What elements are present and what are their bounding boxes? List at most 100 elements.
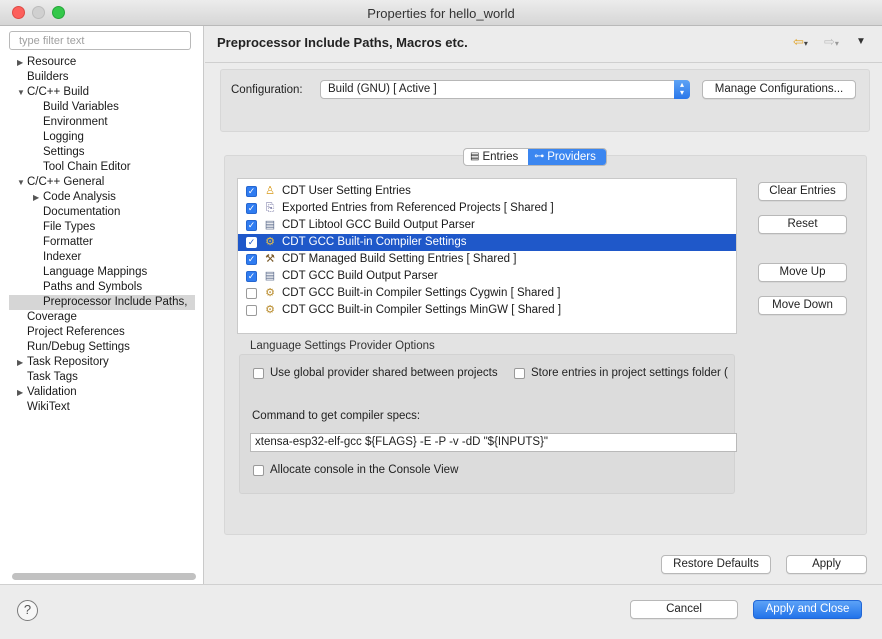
tab-entries[interactable]: ▤ Entries: [464, 149, 528, 165]
tree-item-paths-and-symbols[interactable]: Paths and Symbols: [43, 280, 142, 295]
tree-item-formatter[interactable]: Formatter: [43, 235, 93, 250]
back-arrow-icon[interactable]: ⇦▾: [793, 34, 808, 50]
filter-input[interactable]: type filter text: [9, 31, 191, 50]
tab-switcher: ▤ Entries ⊶ Providers: [463, 148, 607, 166]
tree-item-label: Resource: [27, 56, 77, 68]
tree-item-task-repository[interactable]: ▶ Task Repository: [17, 355, 197, 370]
sidebar-horizontal-scrollbar[interactable]: [12, 573, 196, 580]
cancel-button[interactable]: Cancel: [630, 600, 738, 619]
tree-item-resource[interactable]: ▶ Resource: [17, 55, 197, 70]
apply-and-close-button[interactable]: Apply and Close: [753, 600, 862, 619]
tree-item-indexer[interactable]: Indexer: [43, 250, 81, 265]
help-icon[interactable]: ?: [17, 600, 38, 621]
provider-label: CDT GCC Built-in Compiler Settings Cygwi…: [282, 287, 561, 299]
tab-providers[interactable]: ⊶ Providers: [528, 149, 606, 165]
tree-item-build-variables[interactable]: Build Variables: [43, 100, 119, 115]
window-title: Properties for hello_world: [367, 6, 515, 21]
page-title: Preprocessor Include Paths, Macros etc.: [217, 35, 468, 50]
provider-checkbox[interactable]: ✓: [246, 254, 257, 265]
provider-row[interactable]: ✓ ♙ CDT User Setting Entries: [238, 183, 736, 200]
provider-label: CDT User Setting Entries: [282, 185, 411, 197]
tree-item-label: Task Repository: [27, 356, 109, 368]
builtin-compiler-icon: ⚙: [265, 304, 275, 316]
collapsed-triangle-icon[interactable]: ▶: [17, 55, 27, 70]
parser-icon: ▤: [264, 270, 276, 282]
expanded-triangle-icon[interactable]: ▼: [17, 175, 27, 190]
parser-icon: ▤: [264, 219, 276, 231]
provider-row[interactable]: ✓ ⎘ Exported Entries from Referenced Pro…: [238, 200, 736, 217]
builtin-compiler-icon: ⚙: [265, 236, 275, 248]
provider-row[interactable]: ✓ ⚒ CDT Managed Build Setting Entries [ …: [238, 251, 736, 268]
provider-checkbox[interactable]: ✓: [246, 271, 257, 282]
tree-item-environment[interactable]: Environment: [43, 115, 108, 130]
provider-row[interactable]: ✓ ▤ CDT GCC Build Output Parser: [238, 268, 736, 285]
tree-item-cpp-build[interactable]: ▼ C/C++ Build: [17, 85, 197, 100]
provider-label: CDT Managed Build Setting Entries [ Shar…: [282, 253, 517, 265]
allocate-console-checkbox[interactable]: [253, 465, 264, 476]
apply-button[interactable]: Apply: [786, 555, 867, 574]
provider-label: CDT GCC Built-in Compiler Settings: [282, 236, 467, 248]
tree-item-documentation[interactable]: Documentation: [43, 205, 120, 220]
window-titlebar: Properties for hello_world: [0, 0, 882, 26]
clear-entries-button[interactable]: Clear Entries: [758, 182, 847, 201]
reset-button[interactable]: Reset: [758, 215, 847, 234]
tree-item-tool-chain-editor[interactable]: Tool Chain Editor: [43, 160, 131, 175]
tab-providers-label: Providers: [547, 151, 596, 163]
configuration-panel: [220, 69, 870, 132]
configuration-select[interactable]: Build (GNU) [ Active ] ▴ ▾: [320, 80, 690, 99]
provider-checkbox[interactable]: ✓: [246, 220, 257, 231]
provider-checkbox[interactable]: ✓: [246, 203, 257, 214]
main-panel: Preprocessor Include Paths, Macros etc. …: [205, 26, 882, 584]
store-entries-checkbox[interactable]: [514, 368, 525, 379]
provider-row[interactable]: ⚙ CDT GCC Built-in Compiler Settings Min…: [238, 302, 736, 319]
command-label: Command to get compiler specs:: [252, 410, 421, 422]
restore-defaults-button[interactable]: Restore Defaults: [661, 555, 771, 574]
collapsed-triangle-icon[interactable]: ▶: [17, 385, 27, 400]
tree-item-project-references[interactable]: Project References: [27, 325, 125, 340]
view-menu-triangle-icon[interactable]: ▼: [856, 36, 866, 47]
exported-icon: ⎘: [265, 202, 275, 214]
sidebar: type filter text ▶ Resource Builders ▼ C/C…: [0, 26, 204, 584]
store-entries-label: Store entries in project settings folder…: [531, 367, 728, 379]
provider-checkbox[interactable]: ✓: [246, 237, 257, 248]
tree-item-settings[interactable]: Settings: [43, 145, 85, 160]
user-icon: ♙: [265, 185, 275, 197]
forward-arrow-icon[interactable]: ⇨▾: [824, 34, 839, 50]
provider-checkbox[interactable]: [246, 305, 257, 316]
collapsed-triangle-icon[interactable]: ▶: [33, 190, 43, 205]
manage-configurations-button[interactable]: Manage Configurations...: [702, 80, 856, 99]
provider-label: CDT GCC Built-in Compiler Settings MinGW…: [282, 304, 562, 316]
provider-row-selected[interactable]: ✓ ⚙ CDT GCC Built-in Compiler Settings: [238, 234, 736, 251]
tree-item-task-tags[interactable]: Task Tags: [27, 370, 78, 385]
provider-checkbox[interactable]: ✓: [246, 186, 257, 197]
tree-item-file-types[interactable]: File Types: [43, 220, 95, 235]
provider-label: CDT GCC Build Output Parser: [282, 270, 438, 282]
provider-row[interactable]: ✓ ▤ CDT Libtool GCC Build Output Parser: [238, 217, 736, 234]
tree-item-cpp-general[interactable]: ▼ C/C++ General: [17, 175, 197, 190]
tree-item-builders[interactable]: Builders: [27, 70, 69, 85]
tree-item-language-mappings[interactable]: Language Mappings: [43, 265, 147, 280]
provider-checkbox[interactable]: [246, 288, 257, 299]
tree-item-wikitext[interactable]: WikiText: [27, 400, 70, 415]
footer-separator: [0, 584, 882, 585]
tree-item-preprocessor-include-paths[interactable]: Preprocessor Include Paths,: [9, 295, 195, 310]
allocate-console-label: Allocate console in the Console View: [270, 464, 459, 476]
tree-item-run-debug-settings[interactable]: Run/Debug Settings: [27, 340, 130, 355]
entries-icon: ▤: [470, 151, 480, 162]
configuration-select-value: Build (GNU) [ Active ]: [328, 83, 437, 95]
tree-item-code-analysis[interactable]: ▶ Code Analysis: [33, 190, 193, 205]
collapsed-triangle-icon[interactable]: ▶: [17, 355, 27, 370]
select-chevrons-icon[interactable]: ▴ ▾: [674, 80, 690, 99]
expanded-triangle-icon[interactable]: ▼: [17, 85, 27, 100]
compiler-specs-command-input[interactable]: xtensa-esp32-elf-gcc ${FLAGS} -E -P -v -…: [250, 433, 737, 452]
move-up-button[interactable]: Move Up: [758, 263, 847, 282]
use-global-provider-checkbox[interactable]: [253, 368, 264, 379]
provider-row[interactable]: ⚙ CDT GCC Built-in Compiler Settings Cyg…: [238, 285, 736, 302]
use-global-provider-label: Use global provider shared between proje…: [270, 367, 498, 379]
tab-entries-label: Entries: [482, 151, 519, 163]
move-down-button[interactable]: Move Down: [758, 296, 847, 315]
tree-item-logging[interactable]: Logging: [43, 130, 84, 145]
provider-label: CDT Libtool GCC Build Output Parser: [282, 219, 475, 231]
tree-item-coverage[interactable]: Coverage: [27, 310, 77, 325]
tree-item-validation[interactable]: ▶ Validation: [17, 385, 197, 400]
